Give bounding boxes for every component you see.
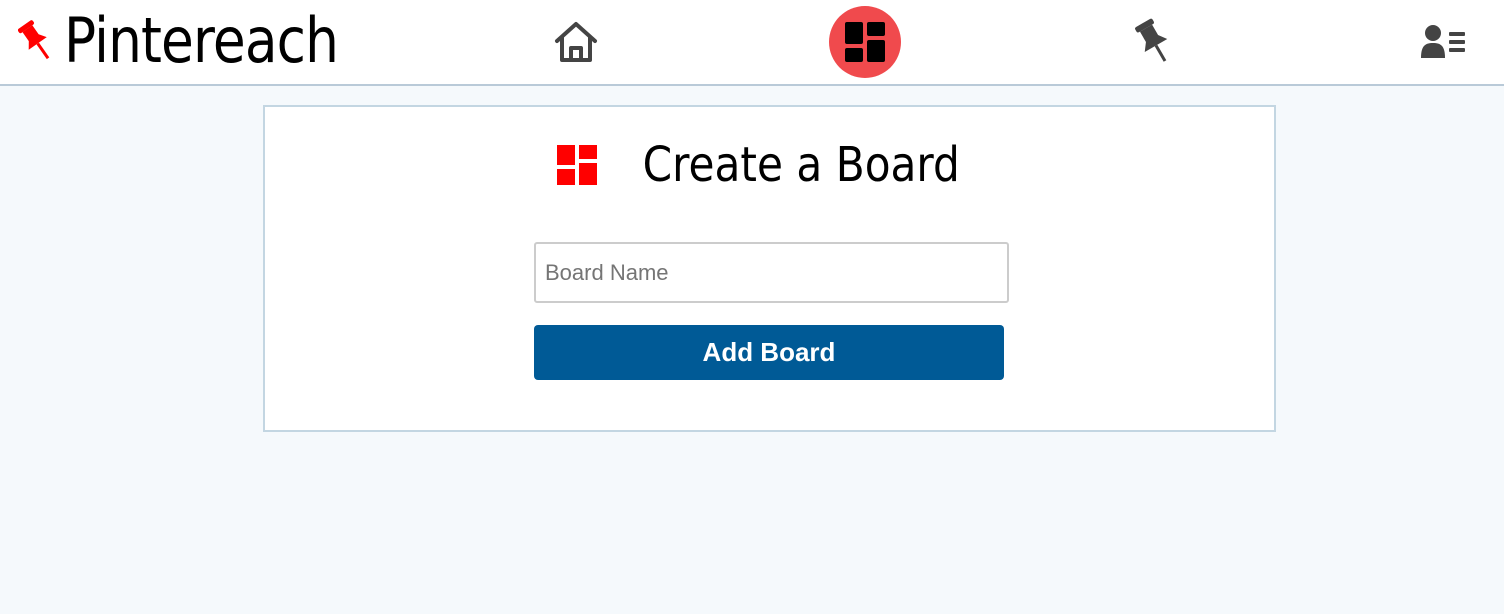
pin-icon <box>1135 18 1168 62</box>
create-board-card: Create a Board Add Board <box>263 105 1276 432</box>
nav-profile-button[interactable] <box>1408 6 1480 78</box>
pushpin-icon <box>18 20 50 60</box>
board-name-input[interactable] <box>534 242 1009 303</box>
brand-logo[interactable]: Pintereach <box>18 6 383 76</box>
nav-boards-button[interactable] <box>829 6 901 78</box>
profile-icon <box>1421 25 1465 58</box>
boards-icon <box>557 145 598 185</box>
nav-pins-button[interactable] <box>1118 6 1190 78</box>
top-navbar: Pintereach <box>0 0 1504 86</box>
boards-icon <box>845 22 885 62</box>
nav-home-button[interactable] <box>540 6 612 78</box>
page-title: Create a Board <box>642 137 961 193</box>
home-icon <box>555 22 597 62</box>
add-board-button[interactable]: Add Board <box>534 325 1004 380</box>
card-heading: Create a Board <box>265 141 1274 189</box>
app-name: Pintereach <box>64 4 339 77</box>
